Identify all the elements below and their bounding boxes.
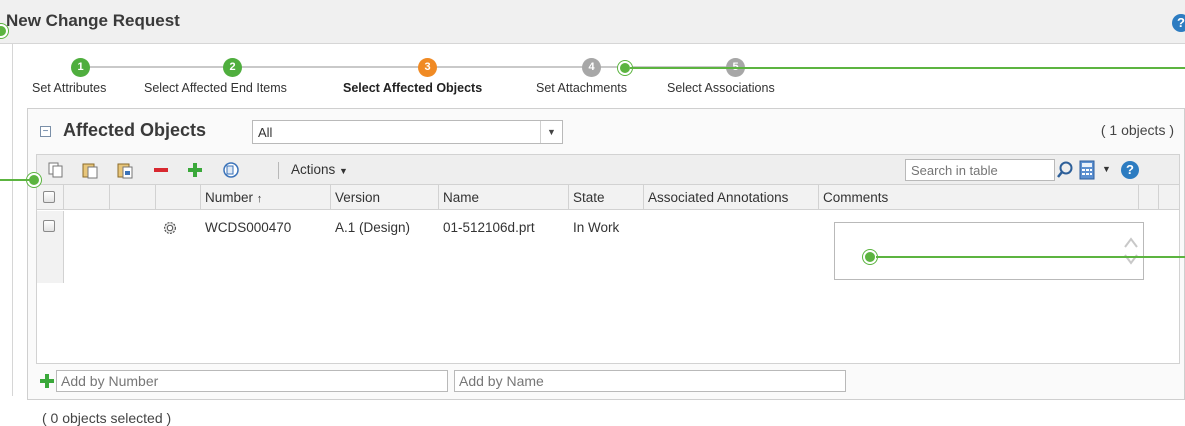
column-comments[interactable]: Comments xyxy=(819,185,1139,210)
title-bar: New Change Request ? xyxy=(0,0,1185,44)
column-name[interactable]: Name xyxy=(439,185,569,210)
callout-line xyxy=(0,179,30,181)
chevron-down-icon[interactable]: ▼ xyxy=(540,121,562,143)
paste-special-icon[interactable] xyxy=(116,161,134,179)
paste-icon[interactable] xyxy=(81,161,99,179)
column-associated-annotations[interactable]: Associated Annotations xyxy=(644,185,819,210)
step-3-label[interactable]: Select Affected Objects xyxy=(343,81,482,95)
panel-header: − Affected Objects All ▼ ( 1 objects ) xyxy=(28,109,1184,153)
column-comments-label: Comments xyxy=(823,190,889,205)
column-version-label: Version xyxy=(335,190,381,205)
callout-marker xyxy=(863,250,877,264)
part-gear-icon xyxy=(164,222,176,234)
column-version[interactable]: Version xyxy=(331,185,439,210)
copy-icon[interactable] xyxy=(47,161,65,179)
step-4-circle[interactable]: 4 xyxy=(582,58,601,77)
step-4-label[interactable]: Set Attachments xyxy=(536,81,627,95)
step-1-label[interactable]: Set Attributes xyxy=(32,81,106,95)
cell-name[interactable]: 01-512106d.prt xyxy=(443,220,535,235)
select-all-checkbox[interactable] xyxy=(43,191,55,203)
remove-icon[interactable] xyxy=(152,161,170,179)
collapse-icon[interactable]: − xyxy=(40,126,51,137)
search-icon[interactable] xyxy=(1055,160,1075,180)
help-icon[interactable]: ? xyxy=(1172,14,1185,32)
table-row[interactable]: WCDS000470 A.1 (Design) 01-512106d.prt I… xyxy=(37,211,1179,283)
cell-state: In Work xyxy=(573,220,620,235)
blank-column-1 xyxy=(64,185,110,210)
wizard-body: 1 Set Attributes 2 Select Affected End I… xyxy=(12,44,1185,426)
column-name-label: Name xyxy=(443,190,480,205)
callout-line xyxy=(876,256,1185,258)
scroll-arrows-icon[interactable] xyxy=(1123,233,1139,269)
sort-asc-icon: ↑ xyxy=(256,193,263,205)
comments-field[interactable] xyxy=(834,222,1144,280)
toolbar-separator xyxy=(278,162,279,179)
step-1-circle[interactable]: 1 xyxy=(71,58,90,77)
help-icon[interactable]: ? xyxy=(1121,161,1139,179)
actions-menu[interactable]: Actions ▼ xyxy=(291,162,348,177)
add-by-number-input[interactable] xyxy=(56,370,448,392)
step-5-label[interactable]: Select Associations xyxy=(667,81,775,95)
search-input[interactable] xyxy=(906,160,1048,180)
chevron-down-icon[interactable]: ▼ xyxy=(1102,164,1111,174)
table-toolbar: Actions ▼ ▼ ? xyxy=(36,154,1180,185)
step-2-label[interactable]: Select Affected End Items xyxy=(144,81,287,95)
row-checkbox[interactable] xyxy=(43,220,55,232)
blank-column-3 xyxy=(156,185,201,210)
blank-column-2 xyxy=(110,185,156,210)
affected-objects-table: Number ↑ Version Name State Associated A… xyxy=(36,185,1180,364)
column-number-label: Number xyxy=(205,190,254,205)
add-icon[interactable] xyxy=(186,161,204,179)
table-header: Number ↑ Version Name State Associated A… xyxy=(37,185,1179,210)
view-filter-value: All xyxy=(258,125,273,140)
calculator-icon[interactable] xyxy=(1079,160,1095,180)
cell-version: A.1 (Design) xyxy=(335,220,411,235)
affected-objects-panel: − Affected Objects All ▼ ( 1 objects ) A… xyxy=(27,108,1185,426)
window-title: New Change Request xyxy=(6,11,180,30)
step-2-circle[interactable]: 2 xyxy=(223,58,242,77)
column-annotations-label: Associated Annotations xyxy=(648,190,789,205)
selected-count: ( 0 objects selected ) xyxy=(42,410,172,426)
table-search[interactable] xyxy=(905,159,1055,181)
view-filter-select[interactable]: All ▼ xyxy=(252,120,563,144)
callout-line xyxy=(630,67,1185,69)
step-3-circle[interactable]: 3 xyxy=(418,58,437,77)
column-number[interactable]: Number ↑ xyxy=(201,185,331,210)
chevron-down-icon: ▼ xyxy=(339,166,348,176)
add-objects-row xyxy=(36,364,1180,400)
object-count: ( 1 objects ) xyxy=(1100,122,1174,138)
column-filler xyxy=(1139,185,1159,210)
insert-icon[interactable] xyxy=(222,161,240,179)
column-state[interactable]: State xyxy=(569,185,644,210)
add-icon[interactable] xyxy=(40,374,54,388)
wizard-steps: 1 Set Attributes 2 Select Affected End I… xyxy=(13,50,833,100)
select-all-column xyxy=(37,185,64,210)
panel-title: Affected Objects xyxy=(63,120,207,140)
cell-number[interactable]: WCDS000470 xyxy=(205,220,291,235)
add-by-name-input[interactable] xyxy=(454,370,846,392)
column-state-label: State xyxy=(573,190,605,205)
actions-label: Actions xyxy=(291,162,336,177)
